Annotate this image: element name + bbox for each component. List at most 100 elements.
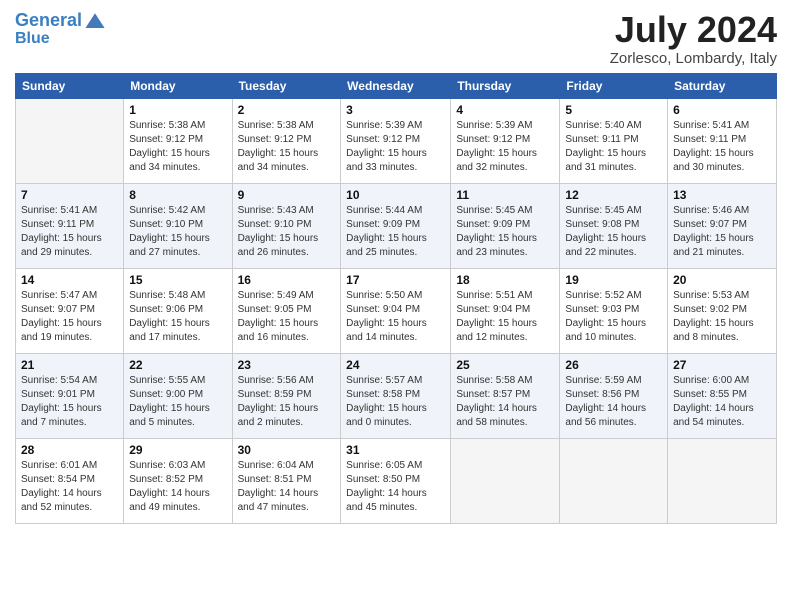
logo-subtext: Blue bbox=[15, 30, 106, 48]
day-info: Sunrise: 5:54 AMSunset: 9:01 PMDaylight:… bbox=[21, 374, 118, 430]
day-number: 21 bbox=[21, 358, 118, 372]
calendar-week-row: 7 Sunrise: 5:41 AMSunset: 9:11 PMDaylight… bbox=[16, 183, 777, 268]
day-info: Sunrise: 5:38 AMSunset: 9:12 PMDaylight:… bbox=[129, 119, 226, 175]
title-block: July 2024 Zorlesco, Lombardy, Italy bbox=[610, 10, 777, 67]
calendar-day-cell: 29Sunrise: 6:03 AMSunset: 8:52 PMDayligh… bbox=[124, 438, 232, 523]
day-number: 17 bbox=[346, 273, 445, 287]
day-number: 25 bbox=[456, 358, 554, 372]
day-number: 1 bbox=[129, 103, 226, 117]
day-number: 14 bbox=[21, 273, 118, 287]
day-number: 30 bbox=[238, 443, 336, 457]
header-friday: Friday bbox=[560, 73, 668, 98]
day-number: 10 bbox=[346, 188, 445, 202]
day-number: 24 bbox=[346, 358, 445, 372]
calendar-day-cell: 11 Sunrise: 5:45 AMSunset: 9:09 PMDayligh… bbox=[451, 183, 560, 268]
day-info: Sunrise: 5:55 AMSunset: 9:00 PMDaylight:… bbox=[129, 374, 226, 430]
day-info: Sunrise: 5:47 AMSunset: 9:07 PMDaylight:… bbox=[21, 289, 118, 345]
calendar-day-cell: 26Sunrise: 5:59 AMSunset: 8:56 PMDayligh… bbox=[560, 353, 668, 438]
day-number: 13 bbox=[673, 188, 771, 202]
day-info: Sunrise: 5:58 AMSunset: 8:57 PMDaylight:… bbox=[456, 374, 554, 430]
day-info: Sunrise: 5:39 AMSunset: 9:12 PMDaylight:… bbox=[456, 119, 554, 175]
day-number: 19 bbox=[565, 273, 662, 287]
day-info: Sunrise: 5:46 AMSunset: 9:07 PMDaylight:… bbox=[673, 204, 771, 260]
day-number: 29 bbox=[129, 443, 226, 457]
calendar-day-cell: 17 Sunrise: 5:50 AMSunset: 9:04 PMDayligh… bbox=[341, 268, 451, 353]
day-info: Sunrise: 6:01 AMSunset: 8:54 PMDaylight:… bbox=[21, 459, 118, 515]
day-info: Sunrise: 5:45 AMSunset: 9:09 PMDaylight:… bbox=[456, 204, 554, 260]
header-wednesday: Wednesday bbox=[341, 73, 451, 98]
calendar-day-cell: 3Sunrise: 5:39 AMSunset: 9:12 PMDaylight… bbox=[341, 98, 451, 183]
day-number: 9 bbox=[238, 188, 336, 202]
day-info: Sunrise: 6:05 AMSunset: 8:50 PMDaylight:… bbox=[346, 459, 445, 515]
calendar-day-cell: 16 Sunrise: 5:49 AMSunset: 9:05 PMDayligh… bbox=[232, 268, 341, 353]
header-monday: Monday bbox=[124, 73, 232, 98]
logo-text: General bbox=[15, 11, 82, 31]
calendar-day-cell: 8 Sunrise: 5:42 AMSunset: 9:10 PMDaylight… bbox=[124, 183, 232, 268]
day-number: 11 bbox=[456, 188, 554, 202]
calendar-week-row: 1 Sunrise: 5:38 AMSunset: 9:12 PMDaylight… bbox=[16, 98, 777, 183]
day-number: 5 bbox=[565, 103, 662, 117]
calendar-week-row: 21 Sunrise: 5:54 AMSunset: 9:01 PMDayligh… bbox=[16, 353, 777, 438]
calendar-day-cell: 1 Sunrise: 5:38 AMSunset: 9:12 PMDaylight… bbox=[124, 98, 232, 183]
day-number: 6 bbox=[673, 103, 771, 117]
day-number: 18 bbox=[456, 273, 554, 287]
calendar-day-cell bbox=[451, 438, 560, 523]
calendar-day-cell: 24 Sunrise: 5:57 AMSunset: 8:58 PMDayligh… bbox=[341, 353, 451, 438]
calendar-week-row: 28Sunrise: 6:01 AMSunset: 8:54 PMDayligh… bbox=[16, 438, 777, 523]
day-info: Sunrise: 5:38 AMSunset: 9:12 PMDaylight:… bbox=[238, 119, 336, 175]
day-number: 22 bbox=[129, 358, 226, 372]
calendar-day-cell: 21 Sunrise: 5:54 AMSunset: 9:01 PMDayligh… bbox=[16, 353, 124, 438]
calendar-day-cell bbox=[560, 438, 668, 523]
header-tuesday: Tuesday bbox=[232, 73, 341, 98]
day-number: 31 bbox=[346, 443, 445, 457]
day-info: Sunrise: 5:49 AMSunset: 9:05 PMDaylight:… bbox=[238, 289, 336, 345]
day-info: Sunrise: 6:04 AMSunset: 8:51 PMDaylight:… bbox=[238, 459, 336, 515]
day-info: Sunrise: 5:41 AMSunset: 9:11 PMDaylight:… bbox=[673, 119, 771, 175]
calendar-day-cell: 22 Sunrise: 5:55 AMSunset: 9:00 PMDayligh… bbox=[124, 353, 232, 438]
day-info: Sunrise: 6:00 AMSunset: 8:55 PMDaylight:… bbox=[673, 374, 771, 430]
calendar-day-cell bbox=[16, 98, 124, 183]
calendar-week-row: 14 Sunrise: 5:47 AMSunset: 9:07 PMDayligh… bbox=[16, 268, 777, 353]
logo-icon bbox=[84, 10, 106, 32]
day-info: Sunrise: 5:57 AMSunset: 8:58 PMDaylight:… bbox=[346, 374, 445, 430]
calendar-day-cell: 27 Sunrise: 6:00 AMSunset: 8:55 PMDayligh… bbox=[668, 353, 777, 438]
calendar-day-cell: 12Sunrise: 5:45 AMSunset: 9:08 PMDayligh… bbox=[560, 183, 668, 268]
day-number: 4 bbox=[456, 103, 554, 117]
calendar-day-cell: 31 Sunrise: 6:05 AMSunset: 8:50 PMDayligh… bbox=[341, 438, 451, 523]
day-number: 20 bbox=[673, 273, 771, 287]
day-info: Sunrise: 5:42 AMSunset: 9:10 PMDaylight:… bbox=[129, 204, 226, 260]
month-title: July 2024 bbox=[610, 10, 777, 50]
day-info: Sunrise: 5:59 AMSunset: 8:56 PMDaylight:… bbox=[565, 374, 662, 430]
calendar-day-cell: 14 Sunrise: 5:47 AMSunset: 9:07 PMDayligh… bbox=[16, 268, 124, 353]
calendar-day-cell: 19 Sunrise: 5:52 AMSunset: 9:03 PMDayligh… bbox=[560, 268, 668, 353]
calendar-day-cell: 13 Sunrise: 5:46 AMSunset: 9:07 PMDayligh… bbox=[668, 183, 777, 268]
calendar-day-cell bbox=[668, 438, 777, 523]
calendar-day-cell: 4 Sunrise: 5:39 AMSunset: 9:12 PMDaylight… bbox=[451, 98, 560, 183]
day-info: Sunrise: 5:41 AMSunset: 9:11 PMDaylight:… bbox=[21, 204, 118, 260]
day-number: 8 bbox=[129, 188, 226, 202]
calendar-day-cell: 20 Sunrise: 5:53 AMSunset: 9:02 PMDayligh… bbox=[668, 268, 777, 353]
day-info: Sunrise: 5:40 AMSunset: 9:11 PMDaylight:… bbox=[565, 119, 662, 175]
calendar-day-cell: 5 Sunrise: 5:40 AMSunset: 9:11 PMDaylight… bbox=[560, 98, 668, 183]
header-thursday: Thursday bbox=[451, 73, 560, 98]
day-info: Sunrise: 5:51 AMSunset: 9:04 PMDaylight:… bbox=[456, 289, 554, 345]
day-number: 16 bbox=[238, 273, 336, 287]
day-number: 27 bbox=[673, 358, 771, 372]
day-info: Sunrise: 5:53 AMSunset: 9:02 PMDaylight:… bbox=[673, 289, 771, 345]
calendar-day-cell: 23Sunrise: 5:56 AMSunset: 8:59 PMDayligh… bbox=[232, 353, 341, 438]
day-info: Sunrise: 5:45 AMSunset: 9:08 PMDaylight:… bbox=[565, 204, 662, 260]
calendar-day-cell: 18 Sunrise: 5:51 AMSunset: 9:04 PMDayligh… bbox=[451, 268, 560, 353]
calendar-day-cell: 10Sunrise: 5:44 AMSunset: 9:09 PMDayligh… bbox=[341, 183, 451, 268]
page: General Blue July 2024 Zorlesco, Lombard… bbox=[0, 0, 792, 612]
day-info: Sunrise: 5:52 AMSunset: 9:03 PMDaylight:… bbox=[565, 289, 662, 345]
day-info: Sunrise: 5:48 AMSunset: 9:06 PMDaylight:… bbox=[129, 289, 226, 345]
day-info: Sunrise: 5:39 AMSunset: 9:12 PMDaylight:… bbox=[346, 119, 445, 175]
day-info: Sunrise: 5:43 AMSunset: 9:10 PMDaylight:… bbox=[238, 204, 336, 260]
calendar: Sunday Monday Tuesday Wednesday Thursday… bbox=[15, 73, 777, 524]
location-title: Zorlesco, Lombardy, Italy bbox=[610, 50, 777, 67]
calendar-day-cell: 6 Sunrise: 5:41 AMSunset: 9:11 PMDaylight… bbox=[668, 98, 777, 183]
calendar-day-cell: 28Sunrise: 6:01 AMSunset: 8:54 PMDayligh… bbox=[16, 438, 124, 523]
day-info: Sunrise: 5:50 AMSunset: 9:04 PMDaylight:… bbox=[346, 289, 445, 345]
day-number: 7 bbox=[21, 188, 118, 202]
calendar-day-cell: 15Sunrise: 5:48 AMSunset: 9:06 PMDayligh… bbox=[124, 268, 232, 353]
